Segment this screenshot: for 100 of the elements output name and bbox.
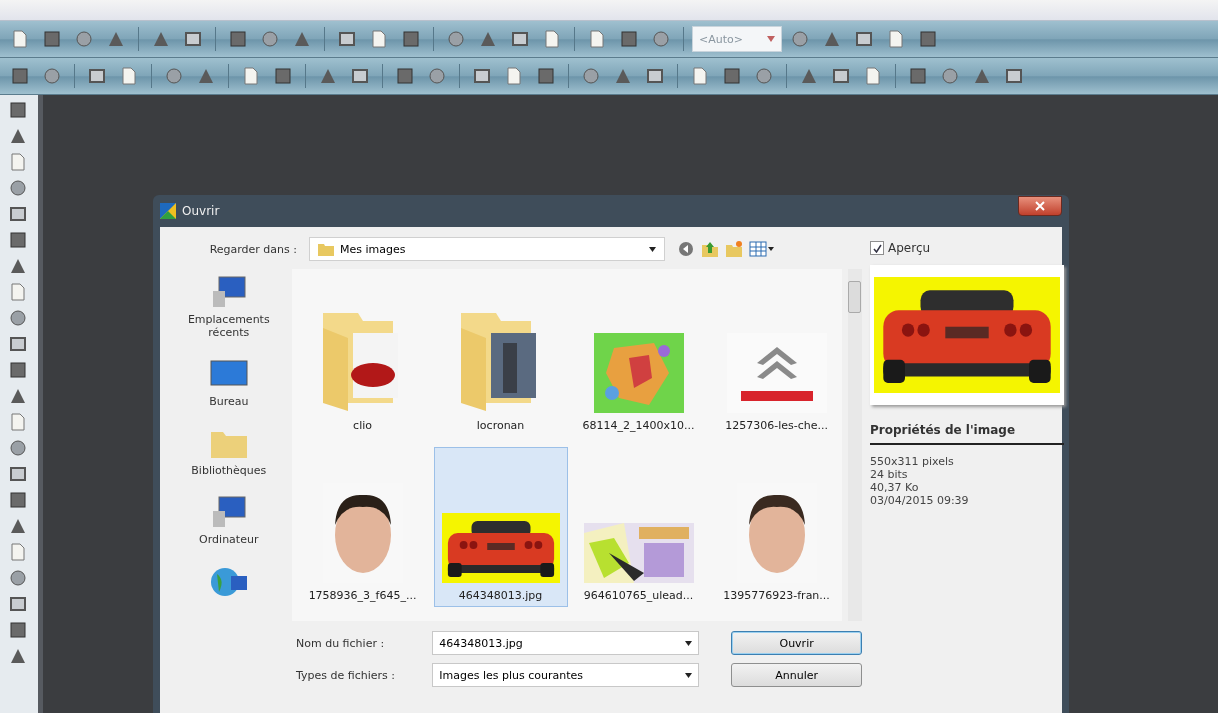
page-icon[interactable] xyxy=(11,30,29,48)
page-icon[interactable] xyxy=(9,153,27,171)
circle-icon[interactable] xyxy=(755,67,773,85)
circle-icon[interactable] xyxy=(9,439,27,457)
triangle-icon[interactable] xyxy=(9,387,27,405)
scrollbar[interactable] xyxy=(847,269,862,621)
frame-icon[interactable] xyxy=(1005,67,1023,85)
cancel-button[interactable]: Annuler xyxy=(731,663,862,687)
square-icon[interactable] xyxy=(9,101,27,119)
square-icon[interactable] xyxy=(723,67,741,85)
place-item[interactable]: Emplacements récents xyxy=(172,275,286,339)
frame-icon[interactable] xyxy=(511,30,529,48)
triangle-icon[interactable] xyxy=(9,257,27,275)
square-icon[interactable] xyxy=(919,30,937,48)
square-icon[interactable] xyxy=(229,30,247,48)
square-icon[interactable] xyxy=(402,30,420,48)
page-icon[interactable] xyxy=(864,67,882,85)
triangle-icon[interactable] xyxy=(107,30,125,48)
circle-icon[interactable] xyxy=(9,179,27,197)
page-icon[interactable] xyxy=(370,30,388,48)
frame-icon[interactable] xyxy=(9,205,27,223)
square-icon[interactable] xyxy=(620,30,638,48)
square-icon[interactable] xyxy=(9,621,27,639)
triangle-icon[interactable] xyxy=(479,30,497,48)
page-icon[interactable] xyxy=(242,67,260,85)
frame-icon[interactable] xyxy=(88,67,106,85)
file-item[interactable]: clio xyxy=(295,277,430,437)
new-folder-icon[interactable] xyxy=(725,240,743,258)
place-item[interactable]: Ordinateur xyxy=(199,495,259,546)
filename-field[interactable]: 464348013.jpg xyxy=(432,631,700,655)
circle-icon[interactable] xyxy=(165,67,183,85)
circle-icon[interactable] xyxy=(447,30,465,48)
triangle-icon[interactable] xyxy=(973,67,991,85)
file-item[interactable]: 464348013.jpg xyxy=(433,447,568,607)
circle-icon[interactable] xyxy=(428,67,446,85)
up-folder-icon[interactable] xyxy=(701,240,719,258)
triangle-icon[interactable] xyxy=(823,30,841,48)
page-icon[interactable] xyxy=(9,283,27,301)
frame-icon[interactable] xyxy=(184,30,202,48)
file-item[interactable]: 1758936_3_f645_... xyxy=(295,447,430,607)
circle-icon[interactable] xyxy=(582,67,600,85)
page-icon[interactable] xyxy=(691,67,709,85)
page-icon[interactable] xyxy=(120,67,138,85)
preview-checkbox[interactable]: Aperçu xyxy=(870,241,1064,255)
triangle-icon[interactable] xyxy=(9,647,27,665)
triangle-icon[interactable] xyxy=(614,67,632,85)
filetype-dropdown[interactable]: Images les plus courantes xyxy=(432,663,700,687)
circle-icon[interactable] xyxy=(9,309,27,327)
file-item[interactable]: 1257306-les-che... xyxy=(709,277,844,437)
triangle-icon[interactable] xyxy=(319,67,337,85)
frame-icon[interactable] xyxy=(9,465,27,483)
frame-icon[interactable] xyxy=(351,67,369,85)
file-item[interactable]: 1395776923-fran... xyxy=(709,447,844,607)
frame-icon[interactable] xyxy=(855,30,873,48)
frame-icon[interactable] xyxy=(646,67,664,85)
close-button[interactable] xyxy=(1018,196,1062,216)
page-icon[interactable] xyxy=(887,30,905,48)
page-icon[interactable] xyxy=(588,30,606,48)
square-icon[interactable] xyxy=(396,67,414,85)
circle-icon[interactable] xyxy=(791,30,809,48)
frame-icon[interactable] xyxy=(338,30,356,48)
page-icon[interactable] xyxy=(9,543,27,561)
triangle-icon[interactable] xyxy=(152,30,170,48)
folder-icon xyxy=(318,242,334,256)
square-icon[interactable] xyxy=(9,361,27,379)
file-item[interactable]: 964610765_ulead... xyxy=(571,447,706,607)
square-icon[interactable] xyxy=(537,67,555,85)
circle-icon[interactable] xyxy=(43,67,61,85)
triangle-icon[interactable] xyxy=(197,67,215,85)
look-in-dropdown[interactable]: Mes images xyxy=(309,237,665,261)
triangle-icon[interactable] xyxy=(800,67,818,85)
circle-icon[interactable] xyxy=(941,67,959,85)
frame-icon[interactable] xyxy=(473,67,491,85)
square-icon[interactable] xyxy=(11,67,29,85)
circle-icon[interactable] xyxy=(75,30,93,48)
circle-icon[interactable] xyxy=(9,569,27,587)
place-item[interactable]: Bibliothèques xyxy=(191,426,267,477)
file-item[interactable]: locronan xyxy=(433,277,568,437)
dropdown-icon xyxy=(649,246,656,252)
page-icon[interactable] xyxy=(543,30,561,48)
frame-icon[interactable] xyxy=(832,67,850,85)
triangle-icon[interactable] xyxy=(9,127,27,145)
square-icon[interactable] xyxy=(909,67,927,85)
frame-icon[interactable] xyxy=(9,335,27,353)
place-item[interactable]: Bureau xyxy=(208,357,249,408)
square-icon[interactable] xyxy=(9,231,27,249)
triangle-icon[interactable] xyxy=(9,517,27,535)
view-menu-icon[interactable] xyxy=(749,240,775,258)
circle-icon[interactable] xyxy=(261,30,279,48)
page-icon[interactable] xyxy=(9,413,27,431)
square-icon[interactable] xyxy=(43,30,61,48)
page-icon[interactable] xyxy=(505,67,523,85)
triangle-icon[interactable] xyxy=(293,30,311,48)
square-icon[interactable] xyxy=(274,67,292,85)
open-button[interactable]: Ouvrir xyxy=(731,631,862,655)
circle-icon[interactable] xyxy=(652,30,670,48)
frame-icon[interactable] xyxy=(9,595,27,613)
back-icon[interactable] xyxy=(677,240,695,258)
file-item[interactable]: 68114_2_1400x10... xyxy=(571,277,706,437)
square-icon[interactable] xyxy=(9,491,27,509)
